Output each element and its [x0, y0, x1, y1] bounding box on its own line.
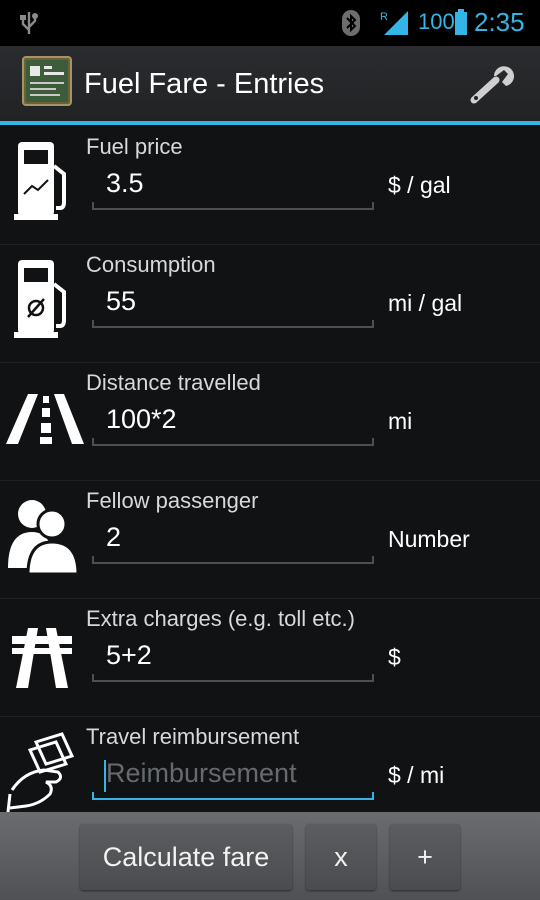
signal-icon: R: [380, 11, 408, 35]
button-bar: Calculate fare x +: [0, 812, 540, 900]
passengers-icon: [0, 480, 84, 598]
extra-charges-value: 5+2: [106, 640, 152, 670]
usb-icon: [20, 12, 38, 34]
highway-icon: [0, 598, 84, 716]
consumption-value: 55: [106, 286, 137, 316]
roaming-label: R: [380, 11, 388, 23]
consumption-input[interactable]: 55: [92, 284, 374, 328]
distance-input[interactable]: 100*2: [92, 402, 374, 446]
passenger-label: Fellow passenger: [86, 488, 259, 513]
extra-charges-input[interactable]: 5+2: [92, 638, 374, 682]
road-icon: [0, 362, 84, 480]
reimbursement-placeholder: Reimbursement: [106, 758, 297, 788]
reimbursement-label: Travel reimbursement: [86, 724, 300, 749]
clock: 2:35: [474, 7, 525, 37]
battery-icon: [455, 9, 467, 35]
extra-charges-unit: $: [388, 644, 401, 670]
action-bar-divider: [0, 121, 540, 125]
extra-charges-label: Extra charges (e.g. toll etc.): [86, 606, 355, 631]
extra-charges-row: Extra charges (e.g. toll etc.) 5+2 $: [0, 598, 540, 717]
calculate-fare-button[interactable]: Calculate fare: [80, 824, 292, 890]
fuel-price-input[interactable]: 3.5: [92, 166, 374, 210]
reimbursement-row: Travel reimbursement Reimbursement $ / m…: [0, 716, 540, 813]
fuel-price-icon: [0, 126, 84, 244]
consumption-icon: [0, 244, 84, 362]
consumption-row: Consumption 55 mi / gal: [0, 244, 540, 363]
status-bar: R 100 2:35: [0, 0, 540, 46]
page-title: Fuel Fare - Entries: [84, 68, 325, 100]
add-button[interactable]: +: [390, 824, 460, 890]
passenger-unit: Number: [388, 526, 470, 552]
fuel-price-label: Fuel price: [86, 134, 183, 159]
bluetooth-icon: [342, 10, 360, 36]
fuel-price-row: Fuel price 3.5 $ / gal: [0, 126, 540, 245]
distance-value: 100*2: [106, 404, 177, 434]
clear-button[interactable]: x: [306, 824, 376, 890]
fuel-price-value: 3.5: [106, 168, 144, 198]
reimbursement-input[interactable]: Reimbursement: [92, 756, 374, 800]
distance-label: Distance travelled: [86, 370, 261, 395]
consumption-label: Consumption: [86, 252, 216, 277]
fuel-price-unit: $ / gal: [388, 172, 451, 198]
app-logo-icon[interactable]: [22, 56, 72, 106]
distance-unit: mi: [388, 408, 413, 434]
passenger-row: Fellow passenger 2 Number: [0, 480, 540, 599]
distance-row: Distance travelled 100*2 mi: [0, 362, 540, 481]
battery-percent: 100: [418, 9, 455, 34]
action-bar: Fuel Fare - Entries: [0, 46, 540, 122]
passenger-input[interactable]: 2: [92, 520, 374, 564]
consumption-unit: mi / gal: [388, 290, 463, 316]
wrench-icon[interactable]: [466, 60, 520, 108]
passenger-value: 2: [106, 522, 122, 552]
reimbursement-unit: $ / mi: [388, 762, 445, 788]
